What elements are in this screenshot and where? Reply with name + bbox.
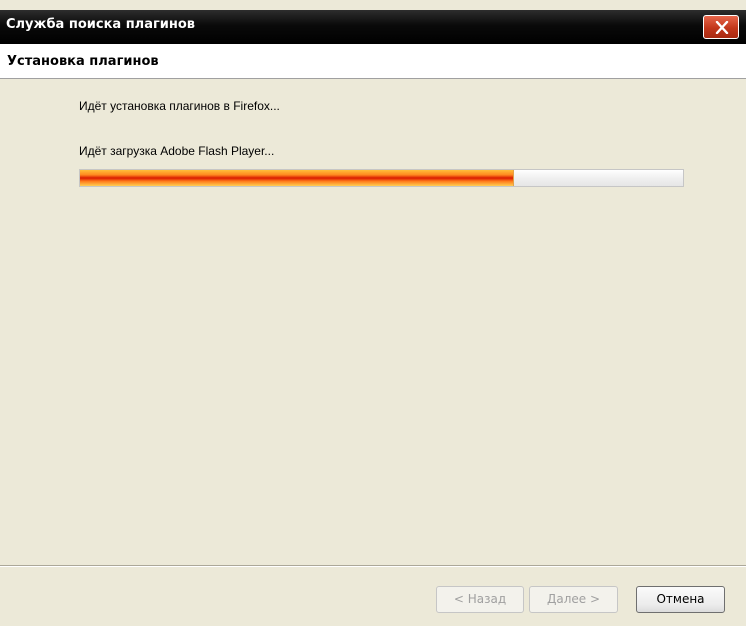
wizard-content: Идёт установка плагинов в Firefox... Идё… xyxy=(0,79,746,564)
install-status-text: Идёт установка плагинов в Firefox... xyxy=(79,99,280,113)
wizard-header: Установка плагинов xyxy=(0,44,746,79)
page-title: Установка плагинов xyxy=(7,54,159,69)
download-status-text: Идёт загрузка Adobe Flash Player... xyxy=(79,144,275,158)
footer-separator xyxy=(0,565,746,567)
progress-fill xyxy=(80,170,515,186)
cancel-button[interactable]: Отмена xyxy=(636,586,725,613)
plugin-finder-window: Служба поиска плагинов Установка плагино… xyxy=(0,0,746,626)
next-button[interactable]: Далее > xyxy=(529,586,618,613)
close-icon xyxy=(715,21,729,34)
download-progress-bar xyxy=(79,169,684,187)
close-button[interactable] xyxy=(703,15,739,39)
window-title: Служба поиска плагинов xyxy=(6,17,196,32)
title-bar[interactable]: Служба поиска плагинов xyxy=(0,10,746,44)
back-button[interactable]: < Назад xyxy=(436,586,524,613)
